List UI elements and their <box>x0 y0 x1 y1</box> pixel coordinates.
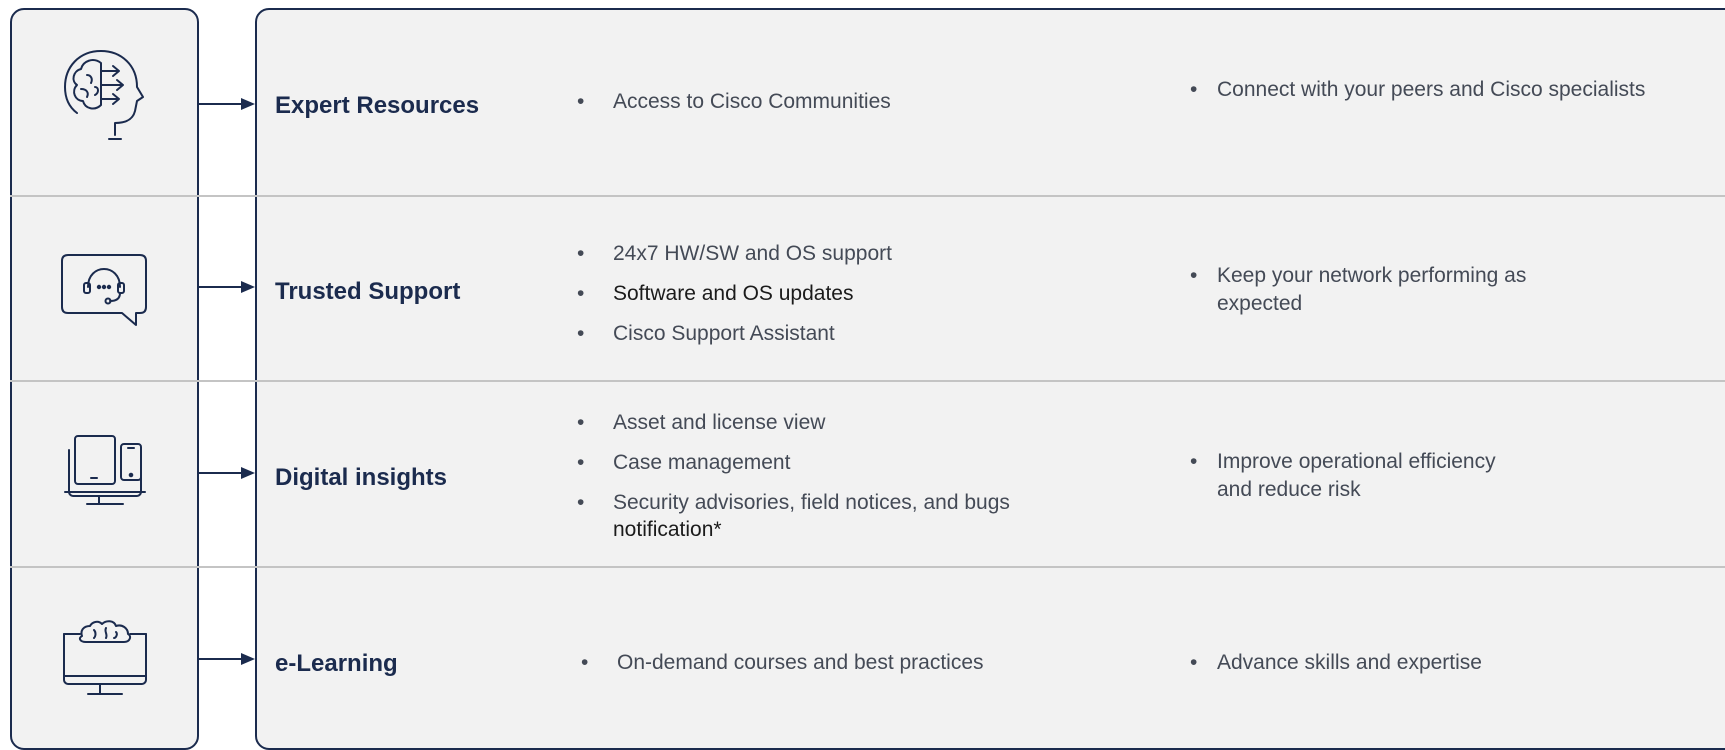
connector-arrow <box>199 98 255 110</box>
feature-item: Case management <box>577 449 1097 477</box>
connector-arrow <box>199 467 255 479</box>
devices-icon <box>63 435 146 505</box>
benefit-item: Improve operational efficiency and reduce… <box>1190 448 1690 504</box>
cloud-monitor-icon <box>62 620 147 695</box>
connector-arrow <box>199 653 255 665</box>
benefit-item: Keep your network performing as expected <box>1190 262 1690 318</box>
category-label: Trusted Support <box>275 278 461 305</box>
row-divider <box>10 195 1725 197</box>
benefit-line: Improve operational efficiency <box>1217 450 1496 473</box>
feature-list: On-demand courses and best practices <box>581 649 1101 677</box>
brain-head-icon <box>63 50 144 140</box>
headset-chat-icon <box>60 254 147 326</box>
benefit-line: and reduce risk <box>1217 478 1361 501</box>
row-icon-cell <box>10 40 199 150</box>
row-divider <box>10 566 1725 568</box>
row-icon-cell <box>10 425 199 515</box>
feature-item: Access to Cisco Communities <box>577 88 1097 116</box>
feature-item: Cisco Support Assistant <box>577 320 1097 348</box>
benefit-list: Improve operational efficiency and reduce… <box>1190 448 1690 504</box>
category-label: Expert Resources <box>275 92 480 119</box>
category-label: Digital insights <box>275 464 448 491</box>
benefit-list: Connect with your peers and Cisco specia… <box>1190 76 1690 104</box>
benefit-item: Connect with your peers and Cisco specia… <box>1190 76 1690 104</box>
row-icon-cell <box>10 615 199 705</box>
connector-arrow <box>199 281 255 293</box>
feature-list: Asset and license view Case management S… <box>577 409 1097 543</box>
feature-list: Access to Cisco Communities <box>577 88 1097 116</box>
feature-item: Security advisories, field notices, and … <box>577 489 1097 543</box>
feature-item: Asset and license view <box>577 409 1097 437</box>
feature-item: Software and OS updates <box>577 280 1097 308</box>
feature-item: On-demand courses and best practices <box>581 649 1101 677</box>
benefit-list: Advance skills and expertise <box>1190 649 1690 677</box>
row-divider <box>10 380 1725 382</box>
feature-list: 24x7 HW/SW and OS support Software and O… <box>577 240 1097 348</box>
row-icon-cell <box>10 245 199 335</box>
benefit-list: Keep your network performing as expected <box>1190 262 1690 318</box>
feature-line: notification* <box>613 518 722 541</box>
benefit-line: expected <box>1217 292 1303 315</box>
benefit-item: Advance skills and expertise <box>1190 649 1690 677</box>
feature-line: Security advisories, field notices, and … <box>613 491 1010 514</box>
category-label: e-Learning <box>275 650 398 677</box>
benefit-line: Keep your network performing as <box>1217 264 1527 287</box>
feature-item: 24x7 HW/SW and OS support <box>577 240 1097 268</box>
